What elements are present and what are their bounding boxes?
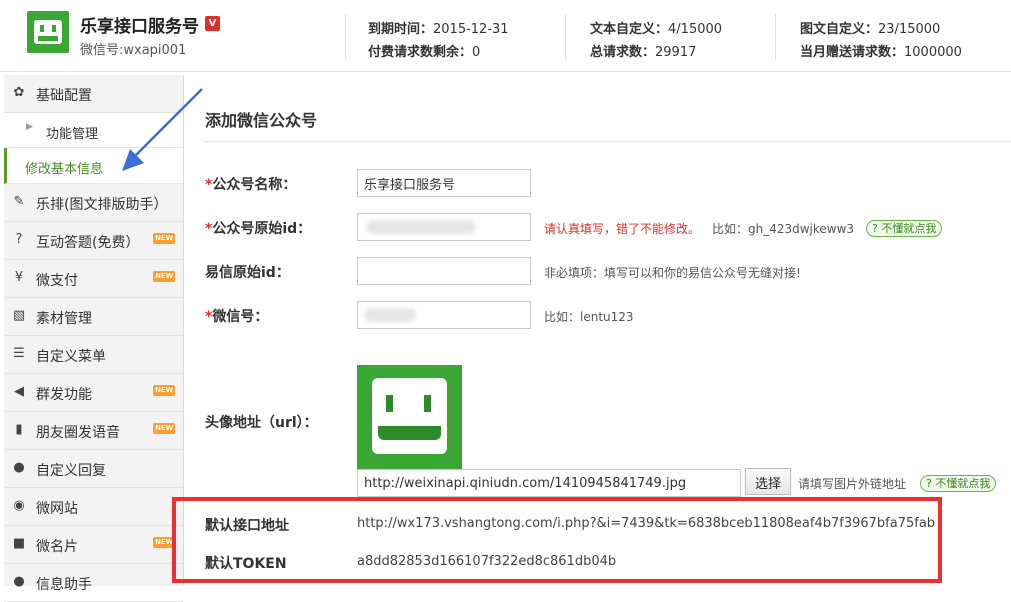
sidebar-item-micropay[interactable]: ¥ 微支付 NEW — [4, 260, 183, 298]
sidebar-item-label: 自定义回复 — [36, 463, 106, 479]
new-badge: NEW — [153, 233, 176, 244]
origid-example: 比如：gh_423dwjkeww3 — [712, 222, 855, 236]
sidebar-item-info-assistant[interactable]: ● 信息助手 — [4, 564, 183, 602]
sidebar-item-label: 微支付 — [36, 273, 78, 289]
news-custom-stat: 图文自定义：23/15000 — [800, 22, 941, 37]
yixin-label: 易信原始id： — [205, 265, 290, 281]
sidebar-item-quiz[interactable]: ? 互动答题(免费） NEW — [4, 222, 183, 260]
paid-remaining-stat: 付费请求数剩余：0 — [368, 45, 481, 60]
account-logo — [27, 11, 69, 53]
account-name: 乐享接口服务号 — [80, 17, 199, 37]
verified-badge: V — [205, 16, 220, 31]
choose-image-button[interactable]: 选择 — [745, 468, 792, 495]
avatar-label: 头像地址（url）： — [205, 415, 318, 431]
wechat-hint: 比如：lentu123 — [544, 310, 634, 324]
sidebar-item-label: 乐排(图文排版助手） — [36, 197, 168, 213]
question-icon: ? — [15, 232, 23, 247]
list-icon: ☰ — [13, 346, 25, 361]
sidebar-item-label: 微名片 — [36, 539, 78, 555]
new-badge: NEW — [153, 271, 176, 282]
original-id-input[interactable] — [357, 213, 531, 241]
sidebar-item-label: 互动答题(免费） — [36, 235, 140, 251]
sidebar-item-custom-reply[interactable]: ● 自定义回复 — [4, 450, 183, 488]
page-title: 添加微信公众号 — [205, 111, 318, 130]
bookmark-icon: ▮ — [15, 422, 23, 437]
yixin-hint: 非必填项：填写可以和你的易信公众号无缝对接! — [544, 266, 801, 280]
caret-right-icon: ▶ — [26, 122, 33, 132]
origid-label: *公众号原始id： — [205, 221, 312, 237]
pencil-icon: ✎ — [13, 194, 25, 209]
sidebar-item-label: 信息助手 — [36, 577, 92, 593]
avatar-preview — [357, 365, 462, 469]
sidebar-item-label: 群发功能 — [36, 387, 92, 403]
wechat-id-input[interactable] — [357, 301, 531, 329]
header-divider — [345, 14, 346, 60]
yixin-id-input[interactable] — [357, 257, 531, 285]
header-divider — [565, 14, 566, 60]
gear-icon: ✿ — [13, 85, 25, 100]
monthly-gift-stat: 当月赠送请求数：1000000 — [800, 45, 962, 60]
globe-icon: ◉ — [13, 498, 25, 513]
avatar-url-input[interactable] — [357, 469, 741, 497]
account-wechat-id: 微信号:wxapi001 — [80, 43, 187, 58]
money-icon: ¥ — [14, 270, 24, 285]
divider — [203, 141, 1011, 142]
expire-stat: 到期时间：2015-12-31 — [368, 22, 509, 37]
sidebar-item-moments-voice[interactable]: ▮ 朋友圈发语音 NEW — [4, 412, 183, 450]
header-divider — [775, 14, 776, 60]
sidebar-item-label: 微网站 — [36, 501, 78, 517]
account-name-input[interactable] — [357, 169, 531, 197]
sidebar-item-materials[interactable]: ▧ 素材管理 — [4, 298, 183, 336]
sidebar-item-lepai[interactable]: ✎ 乐排(图文排版助手） — [4, 184, 183, 222]
sidebar-item-micro-card[interactable]: ■ 微名片 NEW — [4, 526, 183, 564]
truck-icon: ■ — [12, 536, 26, 551]
user-icon: ● — [13, 574, 25, 589]
sidebar-item-label: 朋友圈发语音 — [36, 425, 120, 441]
sidebar-item-micro-site[interactable]: ◉ 微网站 — [4, 488, 183, 526]
sidebar-item-label: 素材管理 — [36, 311, 92, 327]
sidebar-item-label: 自定义菜单 — [36, 349, 106, 365]
new-badge: NEW — [153, 385, 176, 396]
picture-icon: ▧ — [12, 308, 26, 323]
comment-icon: ● — [13, 460, 25, 475]
redacted-value — [366, 220, 476, 234]
sidebar-item-label: 功能管理 — [46, 127, 99, 142]
help-link[interactable]: ? 不懂就点我 — [920, 475, 997, 492]
text-custom-stat: 文本自定义：4/15000 — [590, 22, 723, 37]
avatar-hint: 请填写图片外链地址 — [798, 477, 907, 491]
name-label: *公众号名称： — [205, 177, 297, 193]
megaphone-icon: ◀ — [14, 384, 24, 399]
sidebar-item-label: 修改基本信息 — [25, 162, 104, 177]
help-link[interactable]: ? 不懂就点我 — [866, 220, 943, 237]
sidebar-item-custom-menu[interactable]: ☰ 自定义菜单 — [4, 336, 183, 374]
top-header: 乐享接口服务号 V 微信号:wxapi001 到期时间：2015-12-31 付… — [0, 0, 1011, 72]
sidebar-item-label: 基础配置 — [36, 88, 92, 104]
total-requests-stat: 总请求数：29917 — [590, 45, 697, 60]
redacted-value — [364, 308, 416, 322]
sidebar-item-mass-send[interactable]: ◀ 群发功能 NEW — [4, 374, 183, 412]
wechat-label: *微信号： — [205, 309, 269, 325]
origid-warning: 请认真填写，错了不能修改。 — [544, 222, 701, 236]
new-badge: NEW — [153, 423, 176, 434]
highlight-box — [172, 497, 942, 583]
